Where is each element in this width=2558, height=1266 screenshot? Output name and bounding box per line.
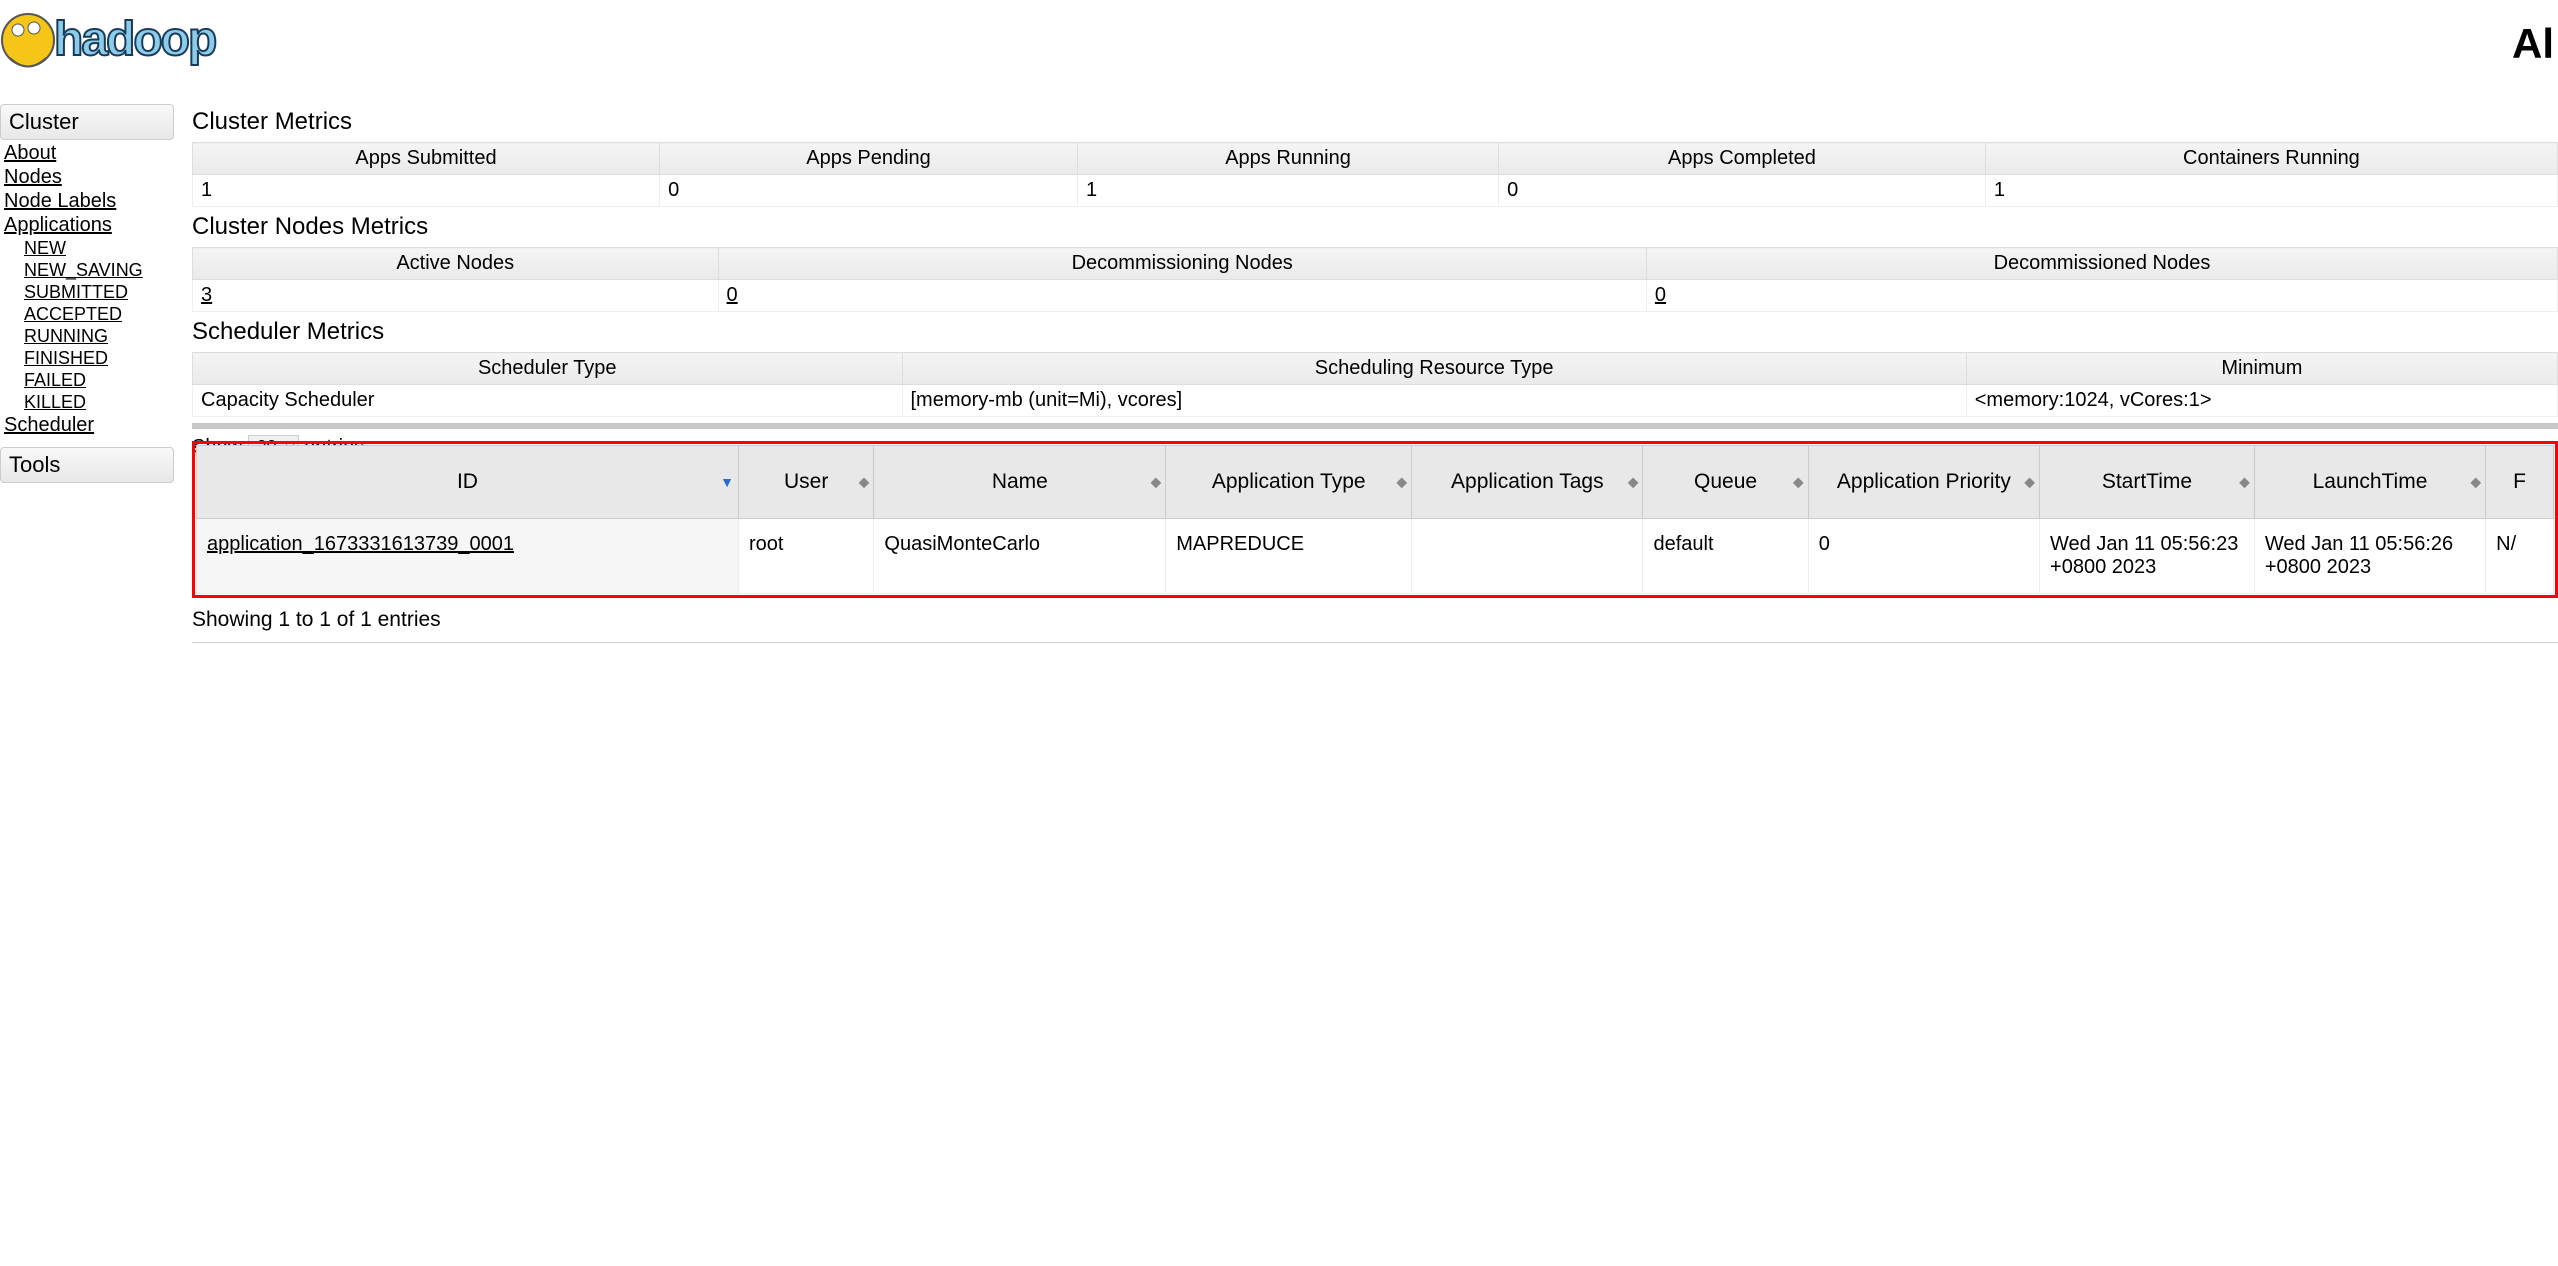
sort-icon: ◆ [1793, 474, 1802, 491]
sort-desc-icon: ▼ [720, 474, 732, 490]
cm-h-containers-running: Containers Running [1985, 143, 2557, 175]
cm-h-apps-pending: Apps Pending [660, 143, 1078, 175]
sidebar-tools-header[interactable]: Tools [0, 447, 174, 483]
sidebar-cluster-header[interactable]: Cluster [0, 104, 174, 140]
sidebar-link-about[interactable]: About [4, 142, 56, 164]
sidebar-link-nodes[interactable]: Nodes [4, 166, 62, 188]
nm-v-decommissioned[interactable]: 0 [1655, 284, 1666, 306]
col-id[interactable]: ID▼ [197, 446, 739, 519]
cm-h-apps-running: Apps Running [1077, 143, 1498, 175]
cluster-metrics-table: Apps Submitted Apps Pending Apps Running… [192, 142, 2558, 207]
nodes-metrics-table: Active Nodes Decommissioning Nodes Decom… [192, 247, 2558, 312]
applications-highlight: ID▼ User◆ Name◆ Application Type◆ Applic… [192, 441, 2558, 598]
page-title: Al [2512, 20, 2554, 68]
cm-v-apps-completed: 0 [1499, 175, 1986, 207]
col-f[interactable]: F [2486, 446, 2554, 519]
cell-queue: default [1643, 519, 1808, 594]
col-name[interactable]: Name◆ [874, 446, 1166, 519]
table-row: application_1673331613739_0001 root Quas… [197, 519, 2554, 594]
applications-table: ID▼ User◆ Name◆ Application Type◆ Applic… [196, 445, 2554, 594]
sidebar-link-node-labels[interactable]: Node Labels [4, 190, 116, 212]
cell-launch: Wed Jan 11 05:56:26 +0800 2023 [2254, 519, 2485, 594]
col-starttime[interactable]: StartTime◆ [2040, 446, 2255, 519]
cm-v-apps-pending: 0 [660, 175, 1078, 207]
col-launchtime[interactable]: LaunchTime◆ [2254, 446, 2485, 519]
main-content: Cluster Metrics Apps Submitted Apps Pend… [174, 104, 2558, 643]
nodes-metrics-title: Cluster Nodes Metrics [192, 213, 2558, 241]
sidebar-appstate-running[interactable]: RUNNING [24, 326, 108, 346]
app-id-link[interactable]: application_1673331613739_0001 [207, 533, 514, 555]
sort-icon: ◆ [1396, 474, 1405, 491]
cm-h-apps-completed: Apps Completed [1499, 143, 1986, 175]
sort-icon: ◆ [1150, 474, 1159, 491]
cm-v-apps-running: 1 [1077, 175, 1498, 207]
sort-icon: ◆ [2024, 474, 2033, 491]
nm-h-active: Active Nodes [193, 248, 719, 280]
col-user[interactable]: User◆ [738, 446, 873, 519]
sidebar-appstate-killed[interactable]: KILLED [24, 392, 86, 412]
scheduler-metrics-title: Scheduler Metrics [192, 318, 2558, 346]
cell-start: Wed Jan 11 05:56:23 +0800 2023 [2040, 519, 2255, 594]
nm-v-decommissioning[interactable]: 0 [727, 284, 738, 306]
sm-h-resource-type: Scheduling Resource Type [902, 353, 1966, 385]
cm-v-apps-submitted: 1 [193, 175, 660, 207]
col-queue[interactable]: Queue◆ [1643, 446, 1808, 519]
datatable-info: Showing 1 to 1 of 1 entries [192, 608, 2558, 632]
cell-priority: 0 [1808, 519, 2039, 594]
cell-tags [1412, 519, 1643, 594]
cm-v-containers-running: 1 [1985, 175, 2557, 207]
sidebar: Cluster About Nodes Node Labels Applicat… [0, 104, 174, 485]
sidebar-appstate-finished[interactable]: FINISHED [24, 348, 108, 368]
hadoop-logo: hadoop [0, 0, 320, 96]
sm-h-type: Scheduler Type [193, 353, 903, 385]
sidebar-appstate-submitted[interactable]: SUBMITTED [24, 282, 128, 302]
cell-user: root [738, 519, 873, 594]
scheduler-metrics-table: Scheduler Type Scheduling Resource Type … [192, 352, 2558, 417]
cm-h-apps-submitted: Apps Submitted [193, 143, 660, 175]
sm-v-type: Capacity Scheduler [193, 385, 903, 417]
svg-text:hadoop: hadoop [54, 13, 216, 66]
sm-v-minimum: <memory:1024, vCores:1> [1966, 385, 2557, 417]
sm-h-minimum: Minimum [1966, 353, 2557, 385]
cell-name: QuasiMonteCarlo [874, 519, 1166, 594]
sidebar-appstate-failed[interactable]: FAILED [24, 370, 86, 390]
col-app-type[interactable]: Application Type◆ [1166, 446, 1412, 519]
sort-icon: ◆ [2239, 474, 2248, 491]
sidebar-appstate-new-saving[interactable]: NEW_SAVING [24, 260, 143, 280]
cluster-metrics-title: Cluster Metrics [192, 108, 2558, 136]
sm-v-resource-type: [memory-mb (unit=Mi), vcores] [902, 385, 1966, 417]
sidebar-link-applications[interactable]: Applications [4, 214, 112, 236]
sidebar-link-scheduler[interactable]: Scheduler [4, 414, 94, 436]
sort-icon: ◆ [859, 474, 868, 491]
cell-type: MAPREDUCE [1166, 519, 1412, 594]
col-app-tags[interactable]: Application Tags◆ [1412, 446, 1643, 519]
sort-icon: ◆ [2470, 474, 2479, 491]
sidebar-appstate-accepted[interactable]: ACCEPTED [24, 304, 122, 324]
sidebar-appstate-new[interactable]: NEW [24, 238, 66, 258]
nm-v-active[interactable]: 3 [201, 284, 212, 306]
nm-h-decommissioning: Decommissioning Nodes [718, 248, 1646, 280]
cell-f: N/ [2486, 519, 2554, 594]
sort-icon: ◆ [1628, 474, 1637, 491]
nm-h-decommissioned: Decommissioned Nodes [1646, 248, 2557, 280]
col-app-priority[interactable]: Application Priority◆ [1808, 446, 2039, 519]
